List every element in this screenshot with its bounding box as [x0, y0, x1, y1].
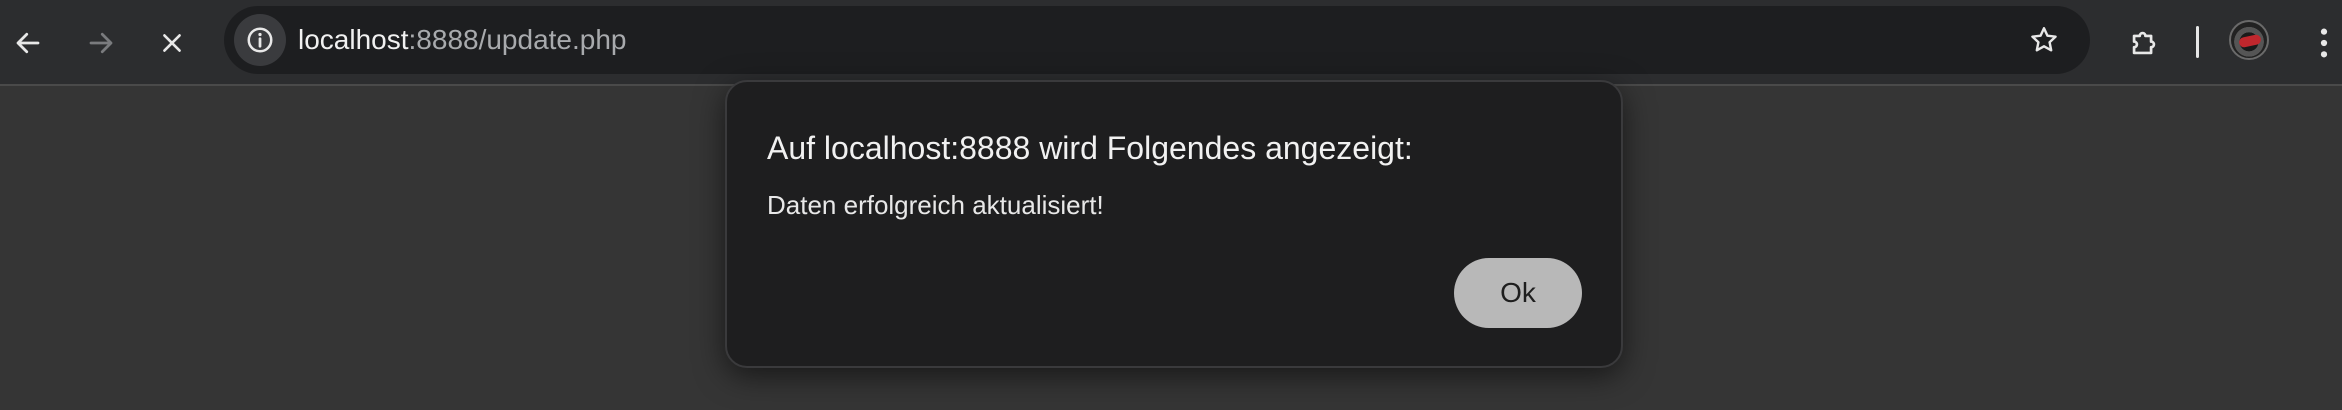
extensions-button[interactable]: [2118, 17, 2170, 69]
bookmark-button[interactable]: [2018, 14, 2070, 66]
dialog-title: Auf localhost:8888 wird Folgendes angeze…: [767, 130, 1413, 166]
profile-avatar[interactable]: [2229, 20, 2269, 60]
ok-button[interactable]: Ok: [1454, 258, 1582, 328]
alert-dialog: Auf localhost:8888 wird Folgendes angeze…: [725, 80, 1623, 368]
puzzle-icon: [2132, 31, 2156, 55]
arrow-left-icon: [16, 32, 40, 54]
vertical-dots-icon: [2320, 28, 2328, 58]
arrow-right-icon: [89, 32, 113, 54]
browser-toolbar: localhost:8888/update.php: [0, 0, 2342, 86]
url-text[interactable]: localhost:8888/update.php: [298, 6, 627, 74]
browser-menu-button[interactable]: [2298, 17, 2342, 69]
site-info-button[interactable]: [234, 14, 286, 66]
forward-button[interactable]: [75, 17, 127, 69]
close-icon: [163, 34, 181, 52]
info-icon: [247, 27, 273, 53]
star-icon: [2031, 27, 2057, 52]
url-path: :8888/update.php: [408, 24, 627, 55]
stop-loading-button[interactable]: [146, 17, 198, 69]
back-button[interactable]: [2, 17, 54, 69]
dialog-message: Daten erfolgreich aktualisiert!: [767, 190, 1104, 220]
address-bar[interactable]: localhost:8888/update.php: [224, 6, 2090, 74]
toolbar-divider: [2196, 26, 2199, 58]
url-host: localhost: [298, 24, 409, 55]
